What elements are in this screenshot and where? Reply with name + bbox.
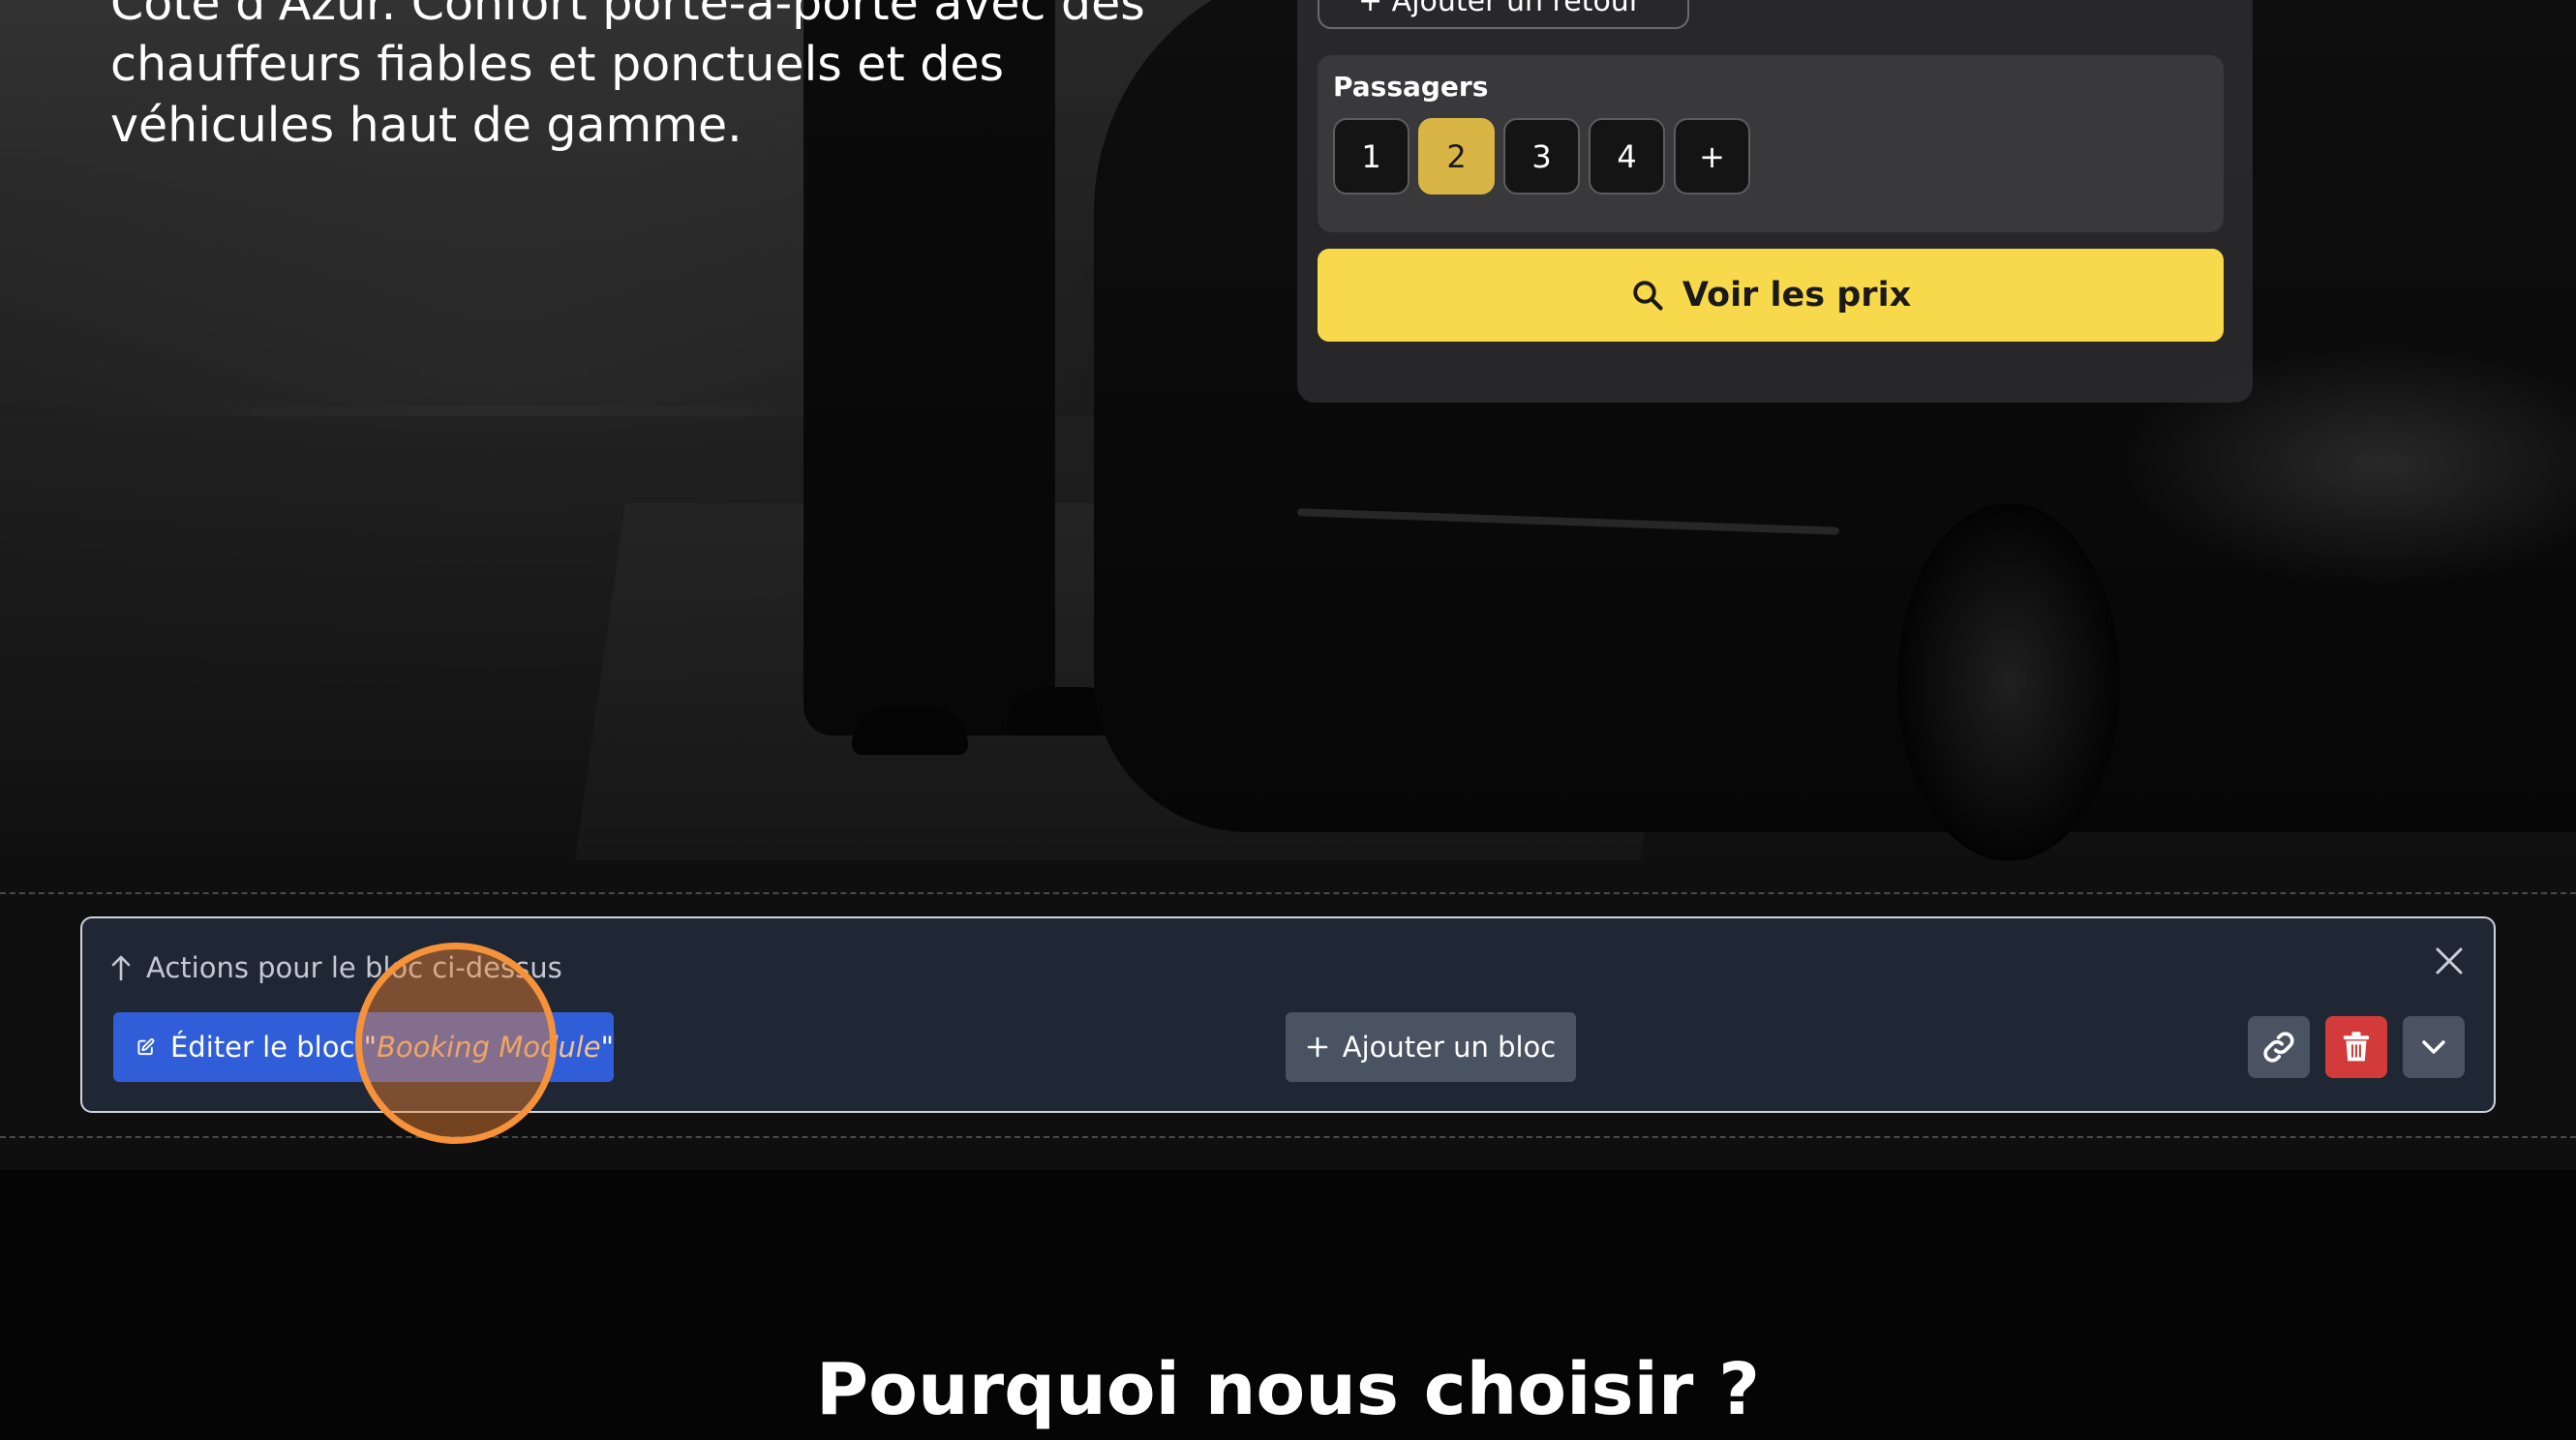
close-icon[interactable] xyxy=(2432,945,2467,980)
add-return-button[interactable]: + Ajouter un retour xyxy=(1318,0,1689,29)
hero-section: Côte d'Azur. Confort porte-à-porte avec … xyxy=(0,0,2576,860)
why-title: Pourquoi nous choisir ? xyxy=(815,1348,1761,1431)
passenger-option-more[interactable]: + xyxy=(1674,118,1750,195)
delete-block-button[interactable] xyxy=(2325,1016,2387,1078)
click-indicator xyxy=(355,943,557,1144)
page: Côte d'Azur. Confort porte-à-porte avec … xyxy=(0,0,2576,1440)
hero-description: Côte d'Azur. Confort porte-à-porte avec … xyxy=(110,0,1195,156)
see-prices-label: Voir les prix xyxy=(1682,276,1912,315)
block-divider-bottom xyxy=(0,1136,2576,1138)
add-block-label: Ajouter un bloc xyxy=(1342,1031,1557,1064)
block-divider-top xyxy=(0,892,2576,894)
link-block-button[interactable] xyxy=(2248,1016,2310,1078)
link-icon xyxy=(2263,1032,2294,1063)
hero-line: véhicules haut de gamme. xyxy=(110,98,742,153)
passenger-options: 1 2 3 4 + xyxy=(1333,118,1750,195)
passenger-option-3[interactable]: 3 xyxy=(1503,118,1580,195)
passenger-option-2[interactable]: 2 xyxy=(1418,118,1495,195)
edit-block-suffix: " xyxy=(600,1031,614,1064)
edit-icon xyxy=(137,1038,155,1056)
add-block-button[interactable]: Ajouter un bloc xyxy=(1286,1012,1576,1082)
passenger-option-1[interactable]: 1 xyxy=(1333,118,1409,195)
passengers-label: Passagers xyxy=(1333,71,1489,103)
arrow-up-icon xyxy=(111,955,131,981)
trash-icon xyxy=(2343,1032,2370,1062)
passengers-group: Passagers 1 2 3 4 + xyxy=(1318,55,2224,232)
plus-icon xyxy=(1307,1036,1328,1058)
chevron-down-icon xyxy=(2422,1040,2445,1054)
hero-line: chauffeurs fiables et ponctuels et des xyxy=(110,37,1005,92)
see-prices-button[interactable]: Voir les prix xyxy=(1318,249,2224,342)
passenger-option-4[interactable]: 4 xyxy=(1589,118,1665,195)
edit-block-prefix: Éditer le bloc " xyxy=(169,1031,377,1064)
more-options-button[interactable] xyxy=(2403,1016,2465,1078)
search-icon xyxy=(1633,281,1663,311)
hero-line: Côte d'Azur. Confort porte-à-porte avec … xyxy=(110,0,1145,31)
